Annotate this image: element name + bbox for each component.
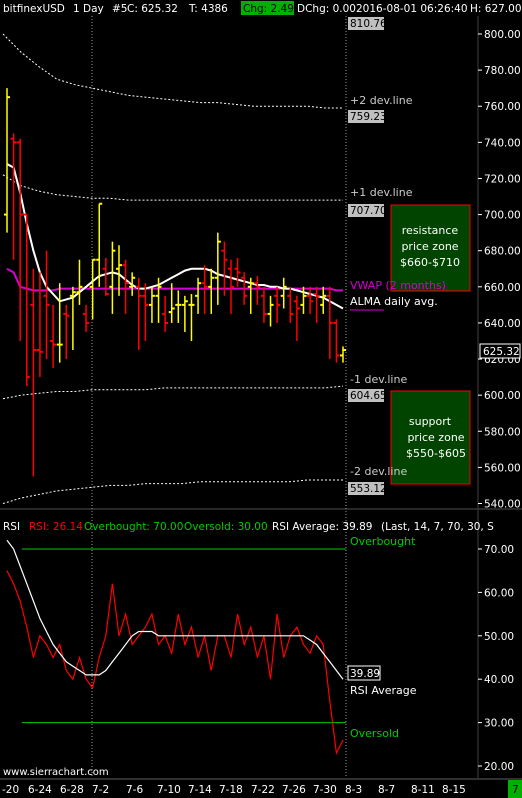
overbought-label: Overbought	[350, 535, 416, 548]
x-axis-label: 8-3	[345, 784, 362, 796]
x-axis-tab[interactable]: 7	[512, 784, 519, 796]
dev-minus2-value: 553.12	[350, 483, 387, 495]
header-symbol: bitfinexUSD	[3, 3, 65, 15]
dev-plus1-label: +1 dev.line	[350, 186, 413, 199]
price-tick-label: 600.00	[484, 390, 521, 402]
rsi-header: RSI RSI: 26.14 Overbought: 70.00 Oversol…	[3, 521, 494, 533]
rsi-tick-label: 20.00	[484, 761, 514, 773]
rsi-tick-label: 60.00	[484, 587, 514, 599]
dev-plus2-label: +2 dev.line	[350, 94, 413, 107]
price-tick-label: 560.00	[484, 462, 521, 474]
x-axis-label: 7-30	[313, 784, 337, 796]
x-axis-label: 7-10	[157, 784, 181, 796]
price-tick-label: 740.00	[484, 137, 521, 149]
price-tick-label: 800.00	[484, 29, 521, 41]
header-dchange: DChg: 0.00	[297, 3, 356, 15]
rsi-average-param: RSI Average: 39.89	[272, 521, 372, 533]
x-axis-label: 6-24	[28, 784, 52, 796]
price-tick-label: 780.00	[484, 65, 521, 77]
resistance-label-1: resistance	[402, 224, 459, 237]
rsi-average-label: RSI Average	[350, 684, 417, 697]
price-tick-label: 680.00	[484, 246, 521, 258]
price-tick-label: 540.00	[484, 499, 521, 511]
support-label-1: support	[409, 415, 452, 428]
price-tick-label: 640.00	[484, 318, 521, 330]
header-datetime: 2016-08-01 06:26:40	[356, 3, 468, 15]
current-price-label: 625.32	[483, 346, 520, 358]
rsi-overbought-param: Overbought: 70.00	[84, 521, 183, 533]
price-tick-label: 760.00	[484, 101, 521, 113]
rsi-current: RSI: 26.14	[29, 521, 83, 533]
rsi-tick-label: 30.00	[484, 718, 514, 730]
resistance-label-2: price zone	[401, 240, 458, 253]
dev-minus1-label: -1 dev.line	[350, 373, 407, 386]
dev-plus2-value: 759.23	[350, 111, 387, 123]
rsi-name: RSI	[3, 521, 20, 533]
price-tick-label: 720.00	[484, 173, 521, 185]
x-axis-label: 8-11	[411, 784, 435, 796]
price-tick-label: 580.00	[484, 426, 521, 438]
header-high: H: 627.00	[470, 3, 522, 15]
x-axis-label: 7-18	[219, 784, 243, 796]
rsi-tick-label: 50.00	[484, 631, 514, 643]
x-axis-label: 7-14	[188, 784, 212, 796]
resistance-label-3: $660-$710	[400, 256, 460, 269]
dev-minus2-label: -2 dev.line	[350, 465, 407, 478]
x-axis-label: 8-7	[378, 784, 395, 796]
x-axis-label: 7-6	[126, 784, 143, 796]
price-tick-label: 660.00	[484, 282, 521, 294]
support-label-2: price zone	[407, 431, 464, 444]
rsi-value-label: 39.89	[350, 668, 380, 680]
top-value-label: 810.76	[350, 18, 387, 30]
vwap-label: VWAP (2 months)	[350, 279, 446, 292]
header-chart-number: #5	[112, 3, 127, 15]
oversold-label: Oversold	[350, 727, 399, 740]
x-axis-label: 7-26	[282, 784, 306, 796]
price-chart[interactable]: bitfinexUSD 1 Day #5 C: 625.32 T: 4386 C…	[0, 0, 522, 798]
dev-minus1-value: 604.65	[350, 390, 387, 402]
rsi-tick-label: 40.00	[484, 674, 514, 686]
x-axis-label: 8-15	[442, 784, 466, 796]
watermark: www.sierrachart.com	[3, 767, 109, 778]
rsi-oversold-param: Oversold: 30.00	[184, 521, 268, 533]
x-axis-label: -20	[2, 784, 19, 796]
x-axis-label: 6-28	[60, 784, 84, 796]
rsi-tick-label: 70.00	[484, 544, 514, 556]
support-label-3: $550-$605	[406, 447, 466, 460]
rsi-params: (Last, 14, 7, 70, 30, S	[381, 521, 494, 533]
header-ticks: T: 4386	[188, 3, 228, 15]
header-close: C: 625.32	[127, 3, 178, 15]
dev-plus1-value: 707.70	[350, 205, 387, 217]
x-axis-label: 7-2	[92, 784, 109, 796]
chart-header: bitfinexUSD 1 Day #5 C: 625.32 T: 4386 C…	[3, 1, 522, 15]
x-axis-label: 7-22	[251, 784, 275, 796]
header-change: Chg: 2.49	[243, 3, 294, 15]
price-tick-label: 700.00	[484, 210, 521, 222]
alma-label: ALMA daily avg.	[350, 295, 438, 308]
header-period: 1 Day	[73, 3, 104, 15]
